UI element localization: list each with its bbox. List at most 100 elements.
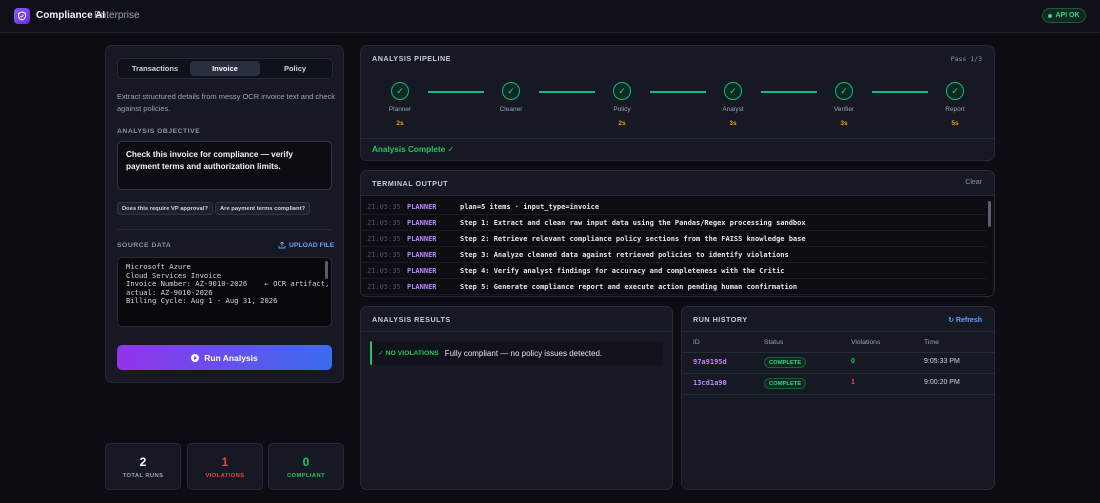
stage-planner: ✓ Planner 2s <box>375 82 425 127</box>
stage-name: Analyst <box>722 106 744 113</box>
tab-policy[interactable]: Policy <box>260 61 330 76</box>
log-tag: PLANNER <box>407 202 437 211</box>
top-bar: Compliance AI Enterprise API OK <box>0 0 1100 33</box>
log-message: Step 2: Retrieve relevant compliance pol… <box>460 234 806 243</box>
log-time: 21:05:35 <box>367 266 401 275</box>
log-tag: PLANNER <box>407 266 437 275</box>
upload-icon <box>278 241 286 249</box>
log-time: 21:05:35 <box>367 218 401 227</box>
divider <box>682 331 994 332</box>
pipeline-status: Analysis Complete ✓ <box>372 145 455 154</box>
log-tag: PLANNER <box>407 218 437 227</box>
terminal-scrollbar[interactable] <box>988 201 991 227</box>
stage-name: Planner <box>388 106 412 113</box>
stat-card-compliant: 0 COMPLIANT <box>268 443 344 490</box>
stage-time: 3s <box>840 120 848 127</box>
input-panel: Transactions Invoice Policy Extract stru… <box>105 45 344 383</box>
stat-label: COMPLIANT <box>286 472 326 479</box>
pass-counter: Pass 1/3 <box>950 55 982 63</box>
status-badge: COMPLETE <box>764 357 807 368</box>
stat-card-violations: 1 VIOLATIONS <box>187 443 263 490</box>
upload-file-button[interactable]: UPLOAD FILE <box>278 241 334 249</box>
log-message: Step 4: Verify analyst findings for accu… <box>460 266 785 275</box>
pipeline-connector <box>650 91 706 93</box>
stat-value: 1 <box>221 454 229 469</box>
run-time: 9:05:33 PM <box>924 358 960 365</box>
stage-time: 3s <box>729 120 737 127</box>
history-title: RUN HISTORY <box>693 315 748 324</box>
tab-description: Extract structured details from messy OC… <box>117 92 335 113</box>
terminal-row: 21:05:35 PLANNER Step 1: Extract and cle… <box>361 215 987 231</box>
objective-textarea[interactable]: Check this invoice for compliance — veri… <box>117 141 332 190</box>
terminal-panel: TERMINAL OUTPUT Clear 21:05:35 PLANNER p… <box>360 170 995 297</box>
column-header-status: Status <box>764 339 784 346</box>
column-header-time: Time <box>924 339 939 346</box>
data-type-tabs: Transactions Invoice Policy <box>117 58 333 79</box>
stage-name: Report <box>945 106 965 113</box>
stage-time: 5s <box>951 120 959 127</box>
pipeline-connector <box>761 91 817 93</box>
objective-label: ANALYSIS OBJECTIVE <box>117 128 201 135</box>
results-panel: ANALYSIS RESULTS ✓ NO VIOLATIONS Fully c… <box>360 306 673 490</box>
stage-report: ✓ Report 5s <box>930 82 980 127</box>
stage-time: 2s <box>396 120 404 127</box>
refresh-button[interactable]: ↻ Refresh <box>948 316 982 324</box>
stage-name: Cleaner <box>499 106 523 113</box>
terminal-row: 21:05:35 PLANNER Step 2: Retrieve releva… <box>361 231 987 247</box>
log-time: 21:05:35 <box>367 282 401 291</box>
app-tier: Enterprise <box>94 10 140 21</box>
clear-button[interactable]: Clear <box>965 179 982 186</box>
no-violations-badge: ✓ NO VIOLATIONS <box>378 350 439 357</box>
log-time: 21:05:35 <box>367 202 401 211</box>
api-status-label: API OK <box>1055 12 1080 19</box>
play-icon <box>191 353 200 362</box>
status-badge: COMPLETE <box>764 378 807 389</box>
source-data-label: SOURCE DATA <box>117 242 172 249</box>
terminal-log: 21:05:35 PLANNER plan=5 items · input_ty… <box>361 196 993 296</box>
log-time: 21:05:35 <box>367 250 401 259</box>
source-scrollbar[interactable] <box>325 261 328 279</box>
tab-invoice[interactable]: Invoice <box>190 61 260 76</box>
divider <box>117 229 332 230</box>
log-message: Step 1: Extract and clean raw input data… <box>460 218 806 227</box>
log-tag: PLANNER <box>407 234 437 243</box>
quick-prompt-vp-approval[interactable]: Does this require VP approval? <box>117 202 213 215</box>
check-icon: ✓ <box>946 82 964 100</box>
source-line: Billing Cycle: Aug 1 - Aug 31, 2026 <box>126 296 278 306</box>
log-tag: PLANNER <box>407 282 437 291</box>
run-time: 9:00:20 PM <box>924 379 960 386</box>
stat-value: 0 <box>302 454 310 469</box>
check-icon: ✓ <box>724 82 742 100</box>
stage-name: Verifier <box>833 106 855 113</box>
run-analysis-label: Run Analysis <box>204 352 258 363</box>
log-message: Step 5: Generate compliance report and e… <box>460 282 798 291</box>
source-data-textarea[interactable]: Microsoft Azure Cloud Services Invoice I… <box>117 257 332 327</box>
log-message: Step 3: Analyze cleaned data against ret… <box>460 250 789 259</box>
check-icon: ✓ <box>391 82 409 100</box>
stage-cleaner: ✓ Cleaner <box>486 82 536 120</box>
run-analysis-button[interactable]: Run Analysis <box>117 345 332 370</box>
result-message: Fully compliant — no policy issues detec… <box>444 348 603 358</box>
log-time: 21:05:35 <box>367 234 401 243</box>
stat-label: TOTAL RUNS <box>122 472 164 479</box>
pipeline-connector <box>428 91 484 93</box>
stage-verifier: ✓ Verifier 3s <box>819 82 869 127</box>
run-id: 13cd1a90 <box>693 379 727 387</box>
api-status-badge: API OK <box>1042 8 1086 23</box>
results-title: ANALYSIS RESULTS <box>372 315 451 324</box>
log-tag: PLANNER <box>407 250 437 259</box>
column-header-id: ID <box>693 339 700 346</box>
violation-count: 1 <box>851 379 855 386</box>
check-icon: ✓ <box>835 82 853 100</box>
table-row[interactable]: 13cd1a90 COMPLETE 1 9:00:20 PM <box>682 373 994 394</box>
stage-policy: ✓ Policy 2s <box>597 82 647 127</box>
terminal-row: 21:05:35 PLANNER Step 3: Analyze cleaned… <box>361 247 987 263</box>
stage-time: 2s <box>618 120 626 127</box>
quick-prompt-payment-terms[interactable]: Are payment terms compliant? <box>215 202 311 215</box>
table-row[interactable]: 97a9195d COMPLETE 0 9:05:33 PM <box>682 352 994 373</box>
divider <box>682 394 994 395</box>
tab-transactions[interactable]: Transactions <box>120 61 190 76</box>
upload-file-label: UPLOAD FILE <box>289 241 335 249</box>
pipeline-connector <box>872 91 928 93</box>
stage-analyst: ✓ Analyst 3s <box>708 82 758 127</box>
